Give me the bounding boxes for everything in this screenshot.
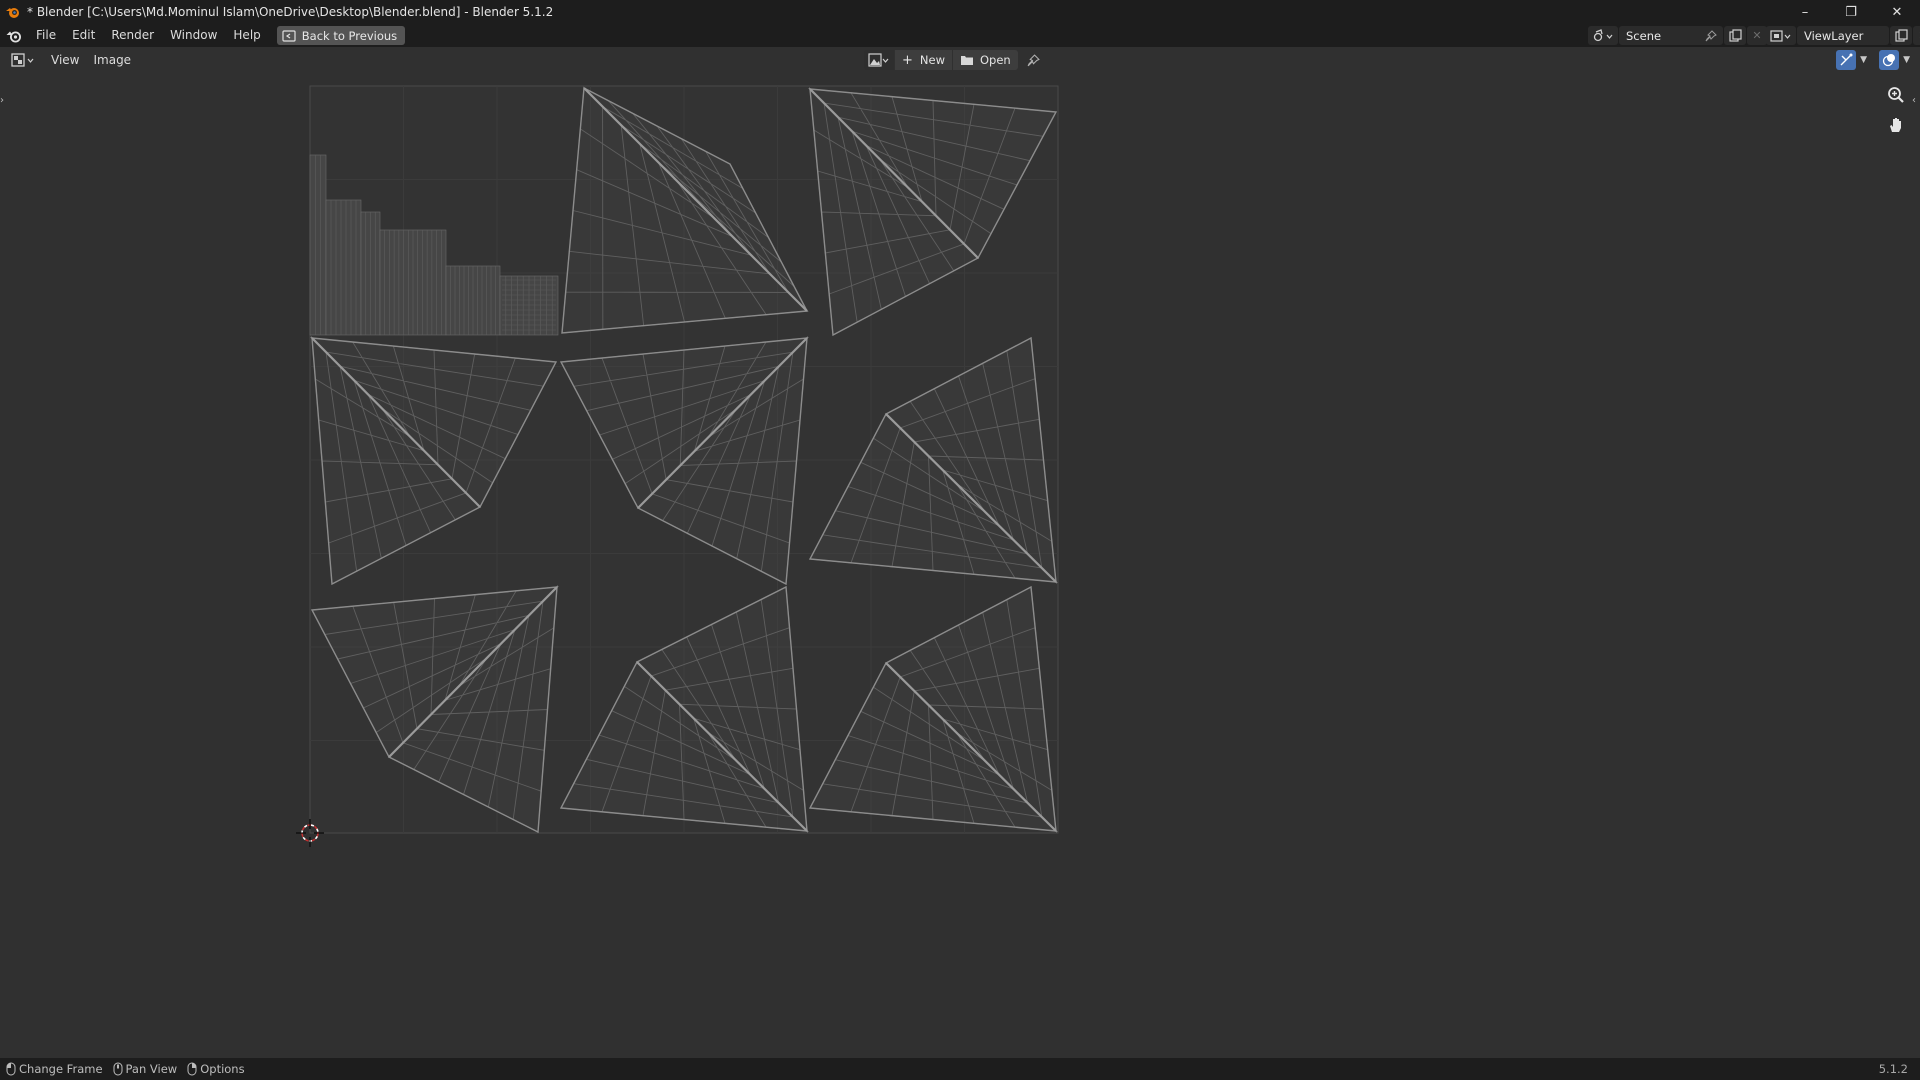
image-icon [868, 53, 889, 67]
status-bar: Change Frame Pan View Options 5.1.2 [0, 1058, 1920, 1080]
blender-window: * Blender [C:\Users\Md.Mominul Islam\One… [0, 0, 1920, 1080]
menu-view[interactable]: View [44, 53, 86, 67]
delete-view-layer-button[interactable]: ✕ [1913, 26, 1920, 45]
view-layer-browse-button[interactable] [1766, 26, 1796, 45]
editor-type-button[interactable] [10, 50, 38, 70]
overlay-button[interactable] [1879, 50, 1900, 70]
chevron-down-icon[interactable]: ▼ [1860, 55, 1867, 65]
folder-icon [961, 56, 973, 65]
zoom-icon [1888, 87, 1904, 103]
minimize-button[interactable]: – [1782, 0, 1828, 24]
window-controls: – ❐ ✕ [1782, 0, 1920, 24]
scene-icon [1593, 28, 1613, 41]
duplicate-icon [1728, 29, 1742, 42]
pin-icon [1705, 29, 1717, 41]
image-datablock-controls: + New Open [864, 50, 1046, 70]
view-layer-name-field[interactable]: ViewLayer [1797, 26, 1889, 45]
status-change-frame: Change Frame [6, 1062, 103, 1076]
image-editor-header: View Image + New Open ▼ ▼ [0, 47, 1920, 73]
chevron-down-icon[interactable]: ▼ [1903, 55, 1910, 65]
new-scene-button[interactable] [1724, 26, 1746, 45]
uv-stacked-island [309, 154, 327, 336]
overlay-toggle[interactable]: ▼ [1879, 50, 1910, 70]
maximize-button[interactable]: ❐ [1828, 0, 1874, 24]
pin-icon [1027, 53, 1041, 66]
mouse-middle-icon [113, 1062, 123, 1076]
back-screen-icon [282, 29, 296, 42]
version-label: 5.1.2 [1878, 1062, 1908, 1076]
image-browse-button[interactable] [864, 50, 894, 70]
gizmo-button[interactable] [1836, 50, 1857, 70]
view-layer-icon [1770, 29, 1791, 42]
delete-scene-button[interactable]: ✕ [1747, 26, 1767, 45]
view-layer-name: ViewLayer [1804, 28, 1864, 43]
options-label: Options [200, 1062, 245, 1076]
zoom-view-button[interactable] [1884, 83, 1908, 107]
new-image-button[interactable]: + New [895, 50, 952, 70]
mouse-right-icon [187, 1062, 197, 1076]
gizmo-icon [1840, 53, 1853, 66]
new-label: New [919, 53, 945, 67]
menu-image[interactable]: Image [86, 53, 138, 67]
scene-name: Scene [1626, 28, 1662, 43]
back-to-previous-button[interactable]: Back to Previous [276, 26, 406, 45]
open-label: Open [980, 53, 1011, 67]
sidebar-collapse-arrow[interactable]: ‹ [1912, 95, 1920, 109]
new-view-layer-button[interactable] [1890, 26, 1912, 45]
header-right-controls: ▼ ▼ [1836, 50, 1910, 70]
blender-app-icon [6, 8, 19, 18]
blender-logo-icon [6, 31, 21, 42]
title-bar: * Blender [C:\Users\Md.Mominul Islam\One… [0, 0, 1920, 24]
menu-window[interactable]: Window [162, 24, 225, 47]
menu-edit[interactable]: Edit [64, 24, 103, 47]
image-editor-icon [11, 53, 34, 67]
uv-layout [296, 85, 1059, 847]
status-pan-view: Pan View [113, 1062, 178, 1076]
view-layer-selector: ViewLayer ✕ [1766, 26, 1920, 45]
status-options: Options [187, 1062, 245, 1076]
gizmo-toggle[interactable]: ▼ [1836, 50, 1867, 70]
overlay-icon [1882, 54, 1896, 67]
change-frame-label: Change Frame [19, 1062, 103, 1076]
blender-menu-button[interactable] [0, 24, 28, 47]
menu-render[interactable]: Render [103, 24, 162, 47]
scene-browse-button[interactable] [1588, 26, 1618, 45]
menu-file[interactable]: File [28, 24, 64, 47]
menu-help[interactable]: Help [225, 24, 268, 47]
hand-icon [1890, 118, 1901, 132]
close-button[interactable]: ✕ [1874, 0, 1920, 24]
uv-canvas[interactable]: › ‹ [0, 73, 1920, 1058]
open-image-button[interactable]: Open [953, 50, 1018, 70]
scene-selector: Scene ✕ [1588, 26, 1767, 45]
duplicate-icon [1894, 29, 1908, 42]
back-to-previous-label: Back to Previous [301, 28, 398, 43]
scene-name-field[interactable]: Scene [1619, 26, 1723, 45]
pan-view-label: Pan View [125, 1062, 178, 1076]
mouse-left-icon [6, 1062, 16, 1076]
sidebar-expand-arrow[interactable]: › [0, 95, 8, 109]
x-icon: ✕ [1752, 29, 1762, 42]
window-title: * Blender [C:\Users\Md.Mominul Islam\One… [27, 5, 554, 19]
pin-image-button[interactable] [1022, 50, 1046, 70]
top-menu-bar: File Edit Render Window Help Back to Pre… [0, 24, 1920, 47]
plus-icon: + [902, 52, 913, 68]
pan-view-button[interactable] [1884, 113, 1908, 137]
